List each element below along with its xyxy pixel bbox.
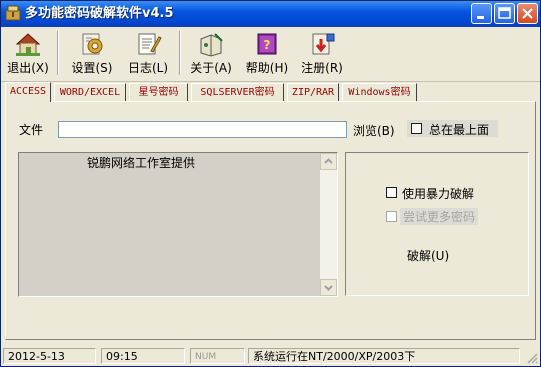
always-on-top-option[interactable]: 总在最上面 <box>407 120 498 137</box>
register-button[interactable]: 注册(R) <box>297 29 347 77</box>
file-path-input[interactable] <box>58 121 347 138</box>
tab-zip-rar[interactable]: ZIP/RAR <box>287 83 339 101</box>
status-message: 系统运行在NT/2000/XP/2003下 <box>248 348 520 364</box>
settings-button[interactable]: 设置(S) <box>67 29 117 77</box>
status-date: 2012-5-13 <box>3 348 96 364</box>
settings-label: 设置(S) <box>71 61 113 75</box>
maximize-button[interactable] <box>494 3 515 24</box>
tab-windows-password[interactable]: Windows密码 <box>342 83 417 101</box>
vertical-scrollbar[interactable] <box>320 153 337 296</box>
help-button[interactable]: ? 帮助(H) <box>242 29 292 77</box>
window-title: 多功能密码破解软件v4.5 <box>25 6 174 21</box>
toolbar-separator <box>179 31 181 75</box>
svg-text:?: ? <box>264 38 271 52</box>
register-icon <box>312 33 335 55</box>
help-book-icon: ? <box>257 33 277 55</box>
file-label: 文件 <box>19 123 44 137</box>
status-time: 09:15 <box>101 348 185 364</box>
info-listbox[interactable] <box>18 152 338 297</box>
chevron-up-icon <box>324 158 333 164</box>
status-num: NUM <box>190 348 245 364</box>
tab-asterisk-password[interactable]: 星号密码 <box>129 83 188 101</box>
log-label: 日志(L) <box>127 61 169 75</box>
close-icon <box>522 8 533 19</box>
brute-force-checkbox[interactable] <box>386 187 397 198</box>
settings-icon <box>82 33 103 55</box>
try-more-label: 尝试更多密码 <box>400 208 479 225</box>
title-bar[interactable]: 多功能密码破解软件v4.5 <box>1 1 540 27</box>
exit-button[interactable]: 退出(X) <box>5 29 51 77</box>
maximize-icon <box>498 7 511 19</box>
tab-sqlserver-password[interactable]: SQLSERVER密码 <box>191 83 284 101</box>
book-icon <box>200 33 223 57</box>
resize-grip-icon[interactable] <box>526 352 538 364</box>
brute-force-label: 使用暴力破解 <box>402 187 475 201</box>
close-button[interactable] <box>517 3 538 24</box>
toolbar: 退出(X) 设置(S) 日志(L) 关于(A) ? 帮助(H) 注册(R) <box>1 27 540 82</box>
notepad-icon <box>138 33 162 55</box>
help-label: 帮助(H) <box>245 61 289 75</box>
always-on-top-checkbox[interactable] <box>411 123 422 134</box>
log-button[interactable]: 日志(L) <box>123 29 173 77</box>
about-button[interactable]: 关于(A) <box>187 29 235 77</box>
tab-word-excel[interactable]: WORD/EXCEL <box>54 83 126 101</box>
home-icon <box>15 33 41 56</box>
status-bar: 2012-5-13 09:15 NUM 系统运行在NT/2000/XP/2003… <box>1 345 540 366</box>
try-more-checkbox[interactable] <box>386 211 397 222</box>
app-icon <box>5 5 21 21</box>
register-label: 注册(R) <box>301 61 343 75</box>
browse-button[interactable]: 浏览(B) <box>353 122 395 139</box>
minimize-icon <box>477 16 484 19</box>
exit-label: 退出(X) <box>7 61 49 75</box>
chevron-down-icon <box>324 285 333 291</box>
about-label: 关于(A) <box>190 61 232 75</box>
main-window: 多功能密码破解软件v4.5 退出(X) 设置(S) 日志(L) 关于(A) ? … <box>0 0 541 367</box>
toolbar-separator <box>57 31 59 75</box>
scroll-down-button[interactable] <box>320 279 337 296</box>
tab-access[interactable]: ACCESS <box>5 82 51 102</box>
always-on-top-label: 总在最上面 <box>429 123 490 137</box>
minimize-button[interactable] <box>471 3 492 24</box>
listbox-text: 锐鹏网络工作室提供 <box>87 156 196 170</box>
scroll-up-button[interactable] <box>320 153 337 170</box>
crack-button[interactable]: 破解(U) <box>407 247 449 264</box>
